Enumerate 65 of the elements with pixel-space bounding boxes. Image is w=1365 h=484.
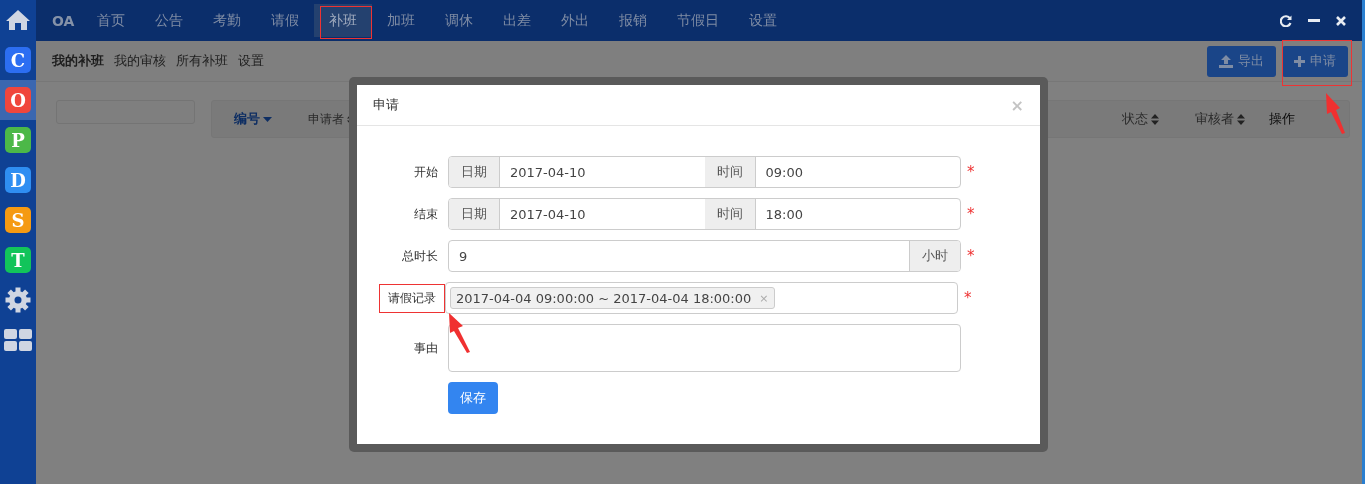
field-label: 结束 <box>413 205 439 223</box>
highlight-frame <box>1282 40 1352 86</box>
highlight-frame <box>320 6 372 39</box>
nav-tab[interactable]: 报销 <box>604 4 663 37</box>
app-icon: T <box>5 247 31 273</box>
leave-record-tag[interactable]: 2017-04-04 09:00:00 ~ 2017-04-04 18:00:00 × <box>450 287 775 309</box>
field-label: 开始 <box>413 163 439 181</box>
remove-icon[interactable]: × <box>759 291 769 305</box>
field-label: 总时长 <box>401 247 439 265</box>
nav-tab[interactable]: 补班 <box>314 4 373 37</box>
column-header[interactable]: 审核者 <box>1195 110 1234 128</box>
apply-button[interactable]: 申请 <box>1282 45 1348 77</box>
required-mark: * <box>967 247 975 265</box>
app-icon: C <box>5 47 31 73</box>
app-icon: P <box>5 127 31 153</box>
grid-icon <box>4 329 32 351</box>
sidebar-item[interactable]: C <box>0 40 36 80</box>
column-header[interactable]: 状态 <box>1122 110 1148 128</box>
sidebar-item[interactable]: O <box>0 80 36 120</box>
save-button[interactable]: 保存 <box>448 382 498 414</box>
sub-nav-link[interactable]: 所有补班 <box>176 52 228 70</box>
tag-text: 2017-04-04 09:00:00 ~ 2017-04-04 18:00:00 <box>456 290 752 306</box>
sub-nav-link[interactable]: 我的补班 <box>52 52 104 70</box>
app-icon: O <box>5 87 31 113</box>
sub-nav-link[interactable]: 我的审核 <box>114 52 166 70</box>
nav-tab[interactable]: 首页 <box>82 4 141 37</box>
nav-tab[interactable]: 出差 <box>488 4 547 37</box>
sort-down-icon <box>263 116 272 122</box>
settings-icon <box>5 287 31 313</box>
column-header[interactable]: 编号 <box>234 110 260 128</box>
close-icon[interactable] <box>1336 15 1346 26</box>
sub-nav-link[interactable]: 设置 <box>238 52 264 70</box>
sort-icon <box>1237 113 1245 125</box>
sidebar-item[interactable]: S <box>0 200 36 240</box>
nav-tab[interactable]: 外出 <box>546 4 605 37</box>
tag-input-field[interactable]: 2017-04-04 09:00:00 ~ 2017-04-04 18:00:00 × <box>445 282 958 314</box>
home-icon <box>5 9 31 31</box>
column-header[interactable]: 申请者 <box>308 110 344 128</box>
app-icon: S <box>5 207 31 233</box>
sidebar-item[interactable]: D <box>0 160 36 200</box>
sidebar-item[interactable]: T <box>0 240 36 280</box>
required-mark: * <box>964 289 972 307</box>
app-icon: D <box>5 167 31 193</box>
nav-tab[interactable]: 公告 <box>140 4 199 37</box>
plus-icon <box>1294 55 1305 67</box>
field-label: 事由 <box>413 339 439 357</box>
column-header[interactable]: 操作 <box>1269 110 1295 128</box>
nav-tab[interactable]: 加班 <box>372 4 431 37</box>
sidebar-item[interactable]: P <box>0 120 36 160</box>
sort-icon <box>1151 113 1159 125</box>
required-mark: * <box>967 205 975 223</box>
nav-tab[interactable]: 设置 <box>734 4 793 37</box>
field-label: 请假记录 <box>379 283 445 313</box>
export-button[interactable]: 导出 <box>1207 45 1276 77</box>
arrow <box>449 313 470 353</box>
nav-tab[interactable]: 调休 <box>430 4 489 37</box>
nav-tab[interactable]: 节假日 <box>662 4 735 37</box>
upload-icon <box>1219 54 1233 68</box>
refresh-icon[interactable] <box>1280 14 1292 27</box>
required-mark: * <box>967 163 975 181</box>
dialog-title: 申请 <box>373 96 399 114</box>
nav-tab[interactable]: 考勤 <box>198 4 257 37</box>
arrow <box>1326 93 1345 134</box>
brand-label[interactable]: OA <box>44 0 83 41</box>
nav-tab[interactable]: 请假 <box>256 4 315 37</box>
